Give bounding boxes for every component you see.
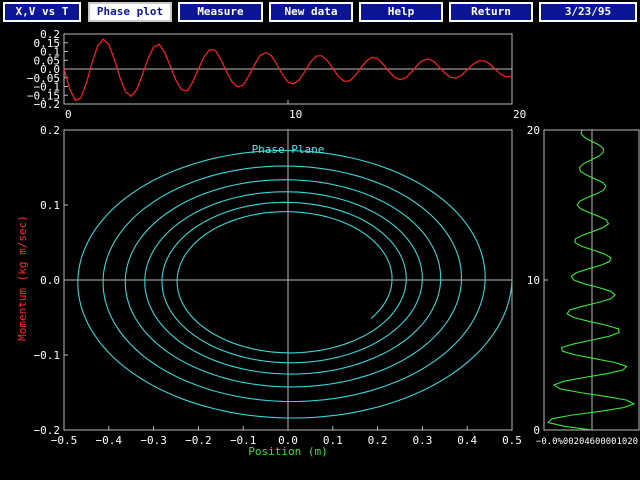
time-trace-line [63, 38, 513, 102]
phase-xtick-label: 0.3 [412, 434, 432, 447]
time-ytick-label: −0.2 [34, 98, 61, 111]
time-xtick-label: 0 [65, 108, 72, 121]
phase-xtick-label: 0.5 [502, 434, 522, 447]
phase-ylabel: Momentum (kg m/sec) [16, 215, 29, 341]
side-ytick-label: 10 [527, 274, 540, 287]
phase-plane-title: Phase Plane [252, 143, 325, 156]
phase-ytick-label: −0.1 [34, 349, 61, 362]
phase-xtick-label: 0.4 [457, 434, 477, 447]
phase-xtick-label: −0.3 [140, 434, 167, 447]
time-xtick-label: 10 [289, 108, 302, 121]
phase-ytick-label: 0.0 [40, 274, 60, 287]
side-ytick-label: 20 [527, 124, 540, 137]
side-trace-line [547, 129, 636, 431]
time-xtick-label: 20 [513, 108, 526, 121]
phase-xtick-label: 0.2 [368, 434, 388, 447]
phase-ytick-label: 0.1 [40, 199, 60, 212]
side-trace-chart: 0 10 20 −0.0%00204600001020 [527, 124, 640, 447]
phase-xlabel: Position (m) [248, 445, 327, 458]
phase-ytick-label: −0.2 [34, 424, 61, 437]
phase-plane-chart[interactable]: −0.5 −0.4 −0.3 −0.2 −0.1 0.0 0.1 0.2 0.3 0.4 0.50.… [16, 124, 522, 458]
side-ytick-label: 0 [533, 424, 540, 437]
time-trace-chart: 0.20.150.10.050.0−0.05−0.1−0.15−0.20 10 20 [27, 28, 526, 121]
phase-spiral-trace [77, 149, 513, 419]
phase-ytick-label: 0.2 [40, 124, 60, 137]
plot-area: 0.20.150.10.050.0−0.05−0.1−0.15−0.20 10 20… [16, 28, 640, 458]
side-xtick-labels: −0.0%00204600001020 [536, 437, 638, 447]
phase-xtick-label: −0.2 [185, 434, 212, 447]
phase-xtick-label: −0.4 [96, 434, 123, 447]
